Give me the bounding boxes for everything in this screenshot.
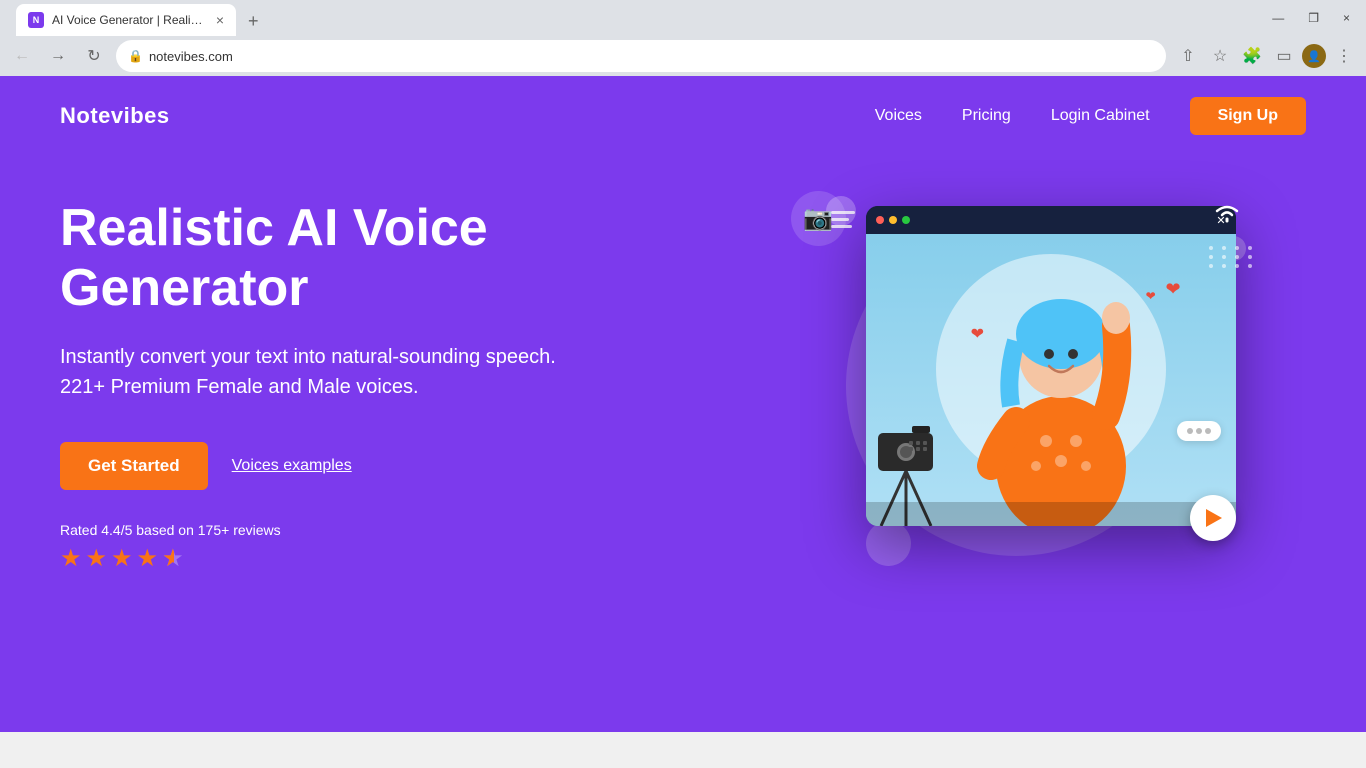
share-icon[interactable]: ⇧ — [1174, 42, 1202, 70]
address-bar[interactable]: 🔒 notevibes.com — [116, 40, 1166, 72]
nav-links: Voices Pricing Login Cabinet Sign Up — [875, 97, 1306, 135]
nav-login[interactable]: Login Cabinet — [1051, 107, 1150, 125]
hero-buttons: Get Started Voices examples — [60, 442, 745, 490]
star-rating: ★ ★ ★ ★ ★ ★ — [60, 544, 745, 573]
star-half: ★ ★ — [162, 544, 184, 573]
star-1: ★ — [60, 544, 82, 573]
hero-section: Realistic AI VoiceGenerator Instantly co… — [0, 156, 1366, 596]
star-3: ★ — [111, 544, 133, 573]
heart-icon-3: ❤ — [971, 324, 984, 344]
heart-icon-1: ❤ — [1166, 279, 1181, 300]
restore-button[interactable]: ❐ — [1300, 7, 1327, 29]
hero-illustration: ✕ 📷 ✕ — [745, 176, 1306, 596]
chat-bubble — [1177, 421, 1221, 441]
dot-red — [876, 216, 884, 224]
star-2: ★ — [86, 544, 108, 573]
sidebar-icon[interactable]: ▭ — [1270, 42, 1298, 70]
website-content: Notevibes Voices Pricing Login Cabinet S… — [0, 76, 1366, 732]
browser-tab[interactable]: N AI Voice Generator | Realistic Tex... … — [16, 4, 236, 36]
device-content: ❤ ❤ ❤ ❤ — [866, 234, 1236, 526]
voices-examples-link[interactable]: Voices examples — [232, 457, 352, 475]
camera-icon: 📷 — [803, 204, 833, 233]
hero-left: Realistic AI VoiceGenerator Instantly co… — [60, 199, 745, 574]
person-illustration — [961, 266, 1161, 526]
device-frame: ✕ — [866, 206, 1236, 526]
menu-icon[interactable]: ⋮ — [1330, 42, 1358, 70]
tab-title: AI Voice Generator | Realistic Tex... — [52, 13, 208, 27]
lock-icon: 🔒 — [128, 49, 143, 63]
heart-icon-4: ❤ — [1146, 289, 1156, 303]
tab-favicon: N — [28, 12, 44, 28]
bookmark-icon[interactable]: ☆ — [1206, 42, 1234, 70]
reload-button[interactable]: ↻ — [80, 42, 108, 70]
bg-circle-bl — [866, 521, 911, 566]
rating-section: Rated 4.4/5 based on 175+ reviews ★ ★ ★ … — [60, 522, 745, 573]
get-started-button[interactable]: Get Started — [60, 442, 208, 490]
star-4: ★ — [137, 544, 159, 573]
hero-title: Realistic AI VoiceGenerator — [60, 199, 745, 319]
play-button[interactable] — [1190, 495, 1236, 541]
site-logo[interactable]: Notevibes — [60, 103, 170, 129]
wifi-icon — [1213, 201, 1241, 229]
dot-yellow — [889, 216, 897, 224]
extensions-icon[interactable]: 🧩 — [1238, 42, 1266, 70]
minimize-button[interactable]: — — [1264, 7, 1292, 29]
dot-green — [902, 216, 910, 224]
device-top-bar: ✕ — [866, 206, 1236, 234]
profile-avatar[interactable]: 👤 — [1302, 44, 1326, 68]
new-tab-button[interactable]: + — [240, 7, 267, 36]
hero-subtitle: Instantly convert your text into natural… — [60, 342, 580, 402]
back-button[interactable]: ← — [8, 42, 36, 70]
signup-button[interactable]: Sign Up — [1190, 97, 1306, 135]
navbar: Notevibes Voices Pricing Login Cabinet S… — [0, 76, 1366, 156]
nav-voices[interactable]: Voices — [875, 107, 922, 125]
nav-pricing[interactable]: Pricing — [962, 107, 1011, 125]
dots-pattern — [1209, 246, 1256, 268]
tab-close-btn[interactable]: × — [216, 12, 224, 28]
illustration-container: ✕ 📷 ✕ — [786, 176, 1266, 596]
forward-button[interactable]: → — [44, 42, 72, 70]
device-bottom-bar: ⊡ ⛶ — [866, 502, 1236, 526]
float-camera-bg: 📷 — [791, 191, 846, 246]
device-dots — [876, 216, 910, 224]
rating-text: Rated 4.4/5 based on 175+ reviews — [60, 522, 745, 538]
play-triangle — [1206, 509, 1222, 527]
close-button[interactable]: × — [1335, 7, 1358, 29]
address-text: notevibes.com — [149, 49, 233, 64]
